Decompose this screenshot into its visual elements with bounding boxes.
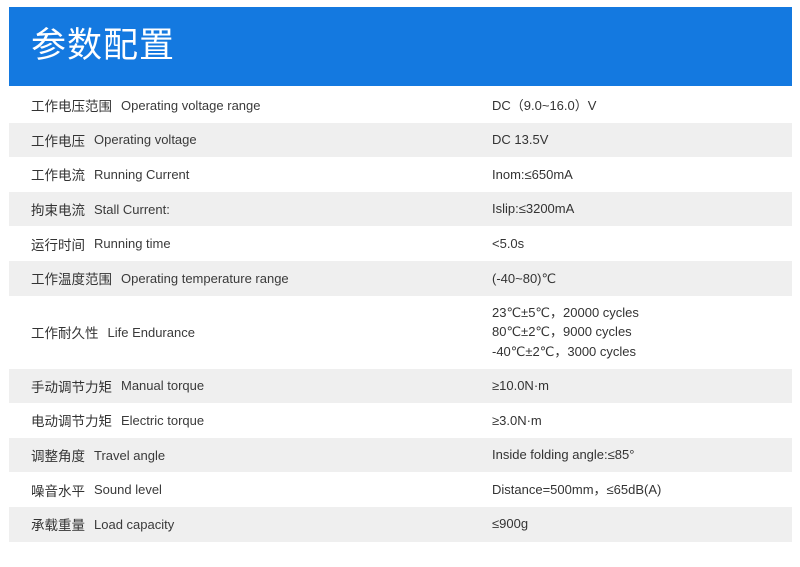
spec-label-en: Sound level: [94, 482, 162, 498]
spec-row-stall-current: 拘束电流 Stall Current: Islip:≤3200mA: [9, 191, 792, 227]
spec-value: ≥3.0N·m: [492, 403, 542, 438]
spec-label: 手动调节力矩 Manual torque: [31, 369, 204, 404]
spec-label: 工作耐久性 Life Endurance: [31, 296, 195, 369]
spec-value-line: ≥10.0N·m: [492, 378, 549, 394]
spec-label-en: Life Endurance: [107, 324, 195, 340]
spec-label-en: Operating voltage: [94, 132, 197, 148]
spec-value: Islip:≤3200mA: [492, 192, 574, 227]
spec-label-en: Load capacity: [94, 516, 175, 532]
spec-value: <5.0s: [492, 226, 524, 261]
page-title: 参数配置: [31, 26, 176, 66]
spec-label-cn: 承载重量: [31, 518, 85, 535]
spec-row-load-capacity: 承载重量 Load capacity ≤900g: [9, 506, 792, 542]
spec-label: 调整角度 Travel angle: [31, 438, 165, 473]
spec-row-electric-torque: 电动调节力矩 Electric torque ≥3.0N·m: [9, 403, 792, 438]
spec-label-cn: 手动调节力矩: [31, 379, 112, 396]
spec-label-en: Stall Current:: [94, 201, 170, 217]
page-header: 参数配置: [9, 7, 792, 86]
spec-value: Inom:≤650mA: [492, 157, 573, 192]
spec-label: 电动调节力矩 Electric torque: [31, 403, 204, 438]
spec-row-operating-voltage-range: 工作电压范围 Operating voltage range DC（9.0~16…: [9, 88, 792, 123]
spec-table: 工作电压范围 Operating voltage range DC（9.0~16…: [9, 88, 792, 542]
spec-row-operating-temperature-range: 工作温度范围 Operating temperature range (-40~…: [9, 260, 792, 296]
spec-value: Inside folding angle:≤85°: [492, 438, 634, 473]
spec-value-line: Distance=500mm，≤65dB(A): [492, 481, 662, 497]
spec-label-en: Operating temperature range: [121, 270, 289, 286]
spec-value-line: -40℃±2℃，3000 cycles: [492, 343, 637, 359]
spec-value-line: ≥3.0N·m: [492, 412, 542, 428]
spec-value-line: Inom:≤650mA: [492, 166, 573, 182]
spec-label-en: Travel angle: [94, 447, 166, 463]
spec-value-line: Inside folding angle:≤85°: [492, 447, 635, 463]
spec-label: 噪音水平 Sound level: [31, 472, 162, 507]
spec-row-operating-voltage: 工作电压 Operating voltage DC 13.5V: [9, 122, 792, 158]
spec-label: 工作电流 Running Current: [31, 157, 189, 192]
spec-label-cn: 工作电压范围: [31, 99, 112, 116]
spec-label-cn: 调整角度: [31, 449, 85, 466]
spec-label-en: Running time: [94, 236, 171, 252]
spec-value: DC（9.0~16.0）V: [492, 88, 596, 123]
spec-label-en: Running Current: [94, 166, 190, 182]
spec-value: Distance=500mm，≤65dB(A): [492, 472, 661, 507]
spec-value-line: ≤900g: [492, 516, 529, 532]
spec-value: 23℃±5℃，20000 cycles 80℃±2℃，9000 cycles -…: [492, 296, 639, 369]
spec-row-life-endurance: 工作耐久性 Life Endurance 23℃±5℃，20000 cycles…: [9, 296, 792, 369]
spec-value-line: (-40~80)℃: [492, 270, 557, 286]
spec-value-line: DC（9.0~16.0）V: [492, 97, 597, 113]
spec-label: 拘束电流 Stall Current:: [31, 192, 170, 227]
spec-label-en: Operating voltage range: [121, 97, 261, 113]
spec-label-cn: 电动调节力矩: [31, 414, 112, 431]
spec-value-line: Islip:≤3200mA: [492, 201, 575, 217]
spec-label-cn: 工作电压: [31, 133, 85, 150]
spec-label-en: Electric torque: [121, 412, 205, 428]
spec-row-travel-angle: 调整角度 Travel angle Inside folding angle:≤…: [9, 437, 792, 473]
spec-value: ≤900g: [492, 507, 528, 542]
spec-row-sound-level: 噪音水平 Sound level Distance=500mm，≤65dB(A): [9, 472, 792, 507]
spec-label-cn: 工作耐久性: [31, 326, 99, 343]
spec-value: DC 13.5V: [492, 123, 548, 158]
spec-label-cn: 运行时间: [31, 237, 85, 254]
spec-label-en: Manual torque: [121, 378, 205, 394]
spec-value-line: DC 13.5V: [492, 132, 549, 148]
spec-label: 运行时间 Running time: [31, 226, 171, 261]
spec-label: 承载重量 Load capacity: [31, 507, 174, 542]
spec-value-line: 80℃±2℃，9000 cycles: [492, 324, 632, 340]
spec-row-manual-torque: 手动调节力矩 Manual torque ≥10.0N·m: [9, 368, 792, 404]
spec-label: 工作温度范围 Operating temperature range: [31, 261, 289, 296]
spec-row-running-time: 运行时间 Running time <5.0s: [9, 226, 792, 261]
spec-label-cn: 噪音水平: [31, 483, 85, 500]
spec-label-cn: 工作温度范围: [31, 272, 112, 289]
spec-label: 工作电压范围 Operating voltage range: [31, 88, 260, 123]
spec-value-line: <5.0s: [492, 235, 525, 251]
spec-label-cn: 拘束电流: [31, 203, 85, 220]
spec-row-running-current: 工作电流 Running Current Inom:≤650mA: [9, 157, 792, 192]
spec-value: (-40~80)℃: [492, 261, 556, 296]
spec-value: ≥10.0N·m: [492, 369, 549, 404]
spec-label-cn: 工作电流: [31, 168, 85, 185]
spec-value-line: 23℃±5℃，20000 cycles: [492, 304, 639, 320]
spec-label: 工作电压 Operating voltage: [31, 123, 197, 158]
